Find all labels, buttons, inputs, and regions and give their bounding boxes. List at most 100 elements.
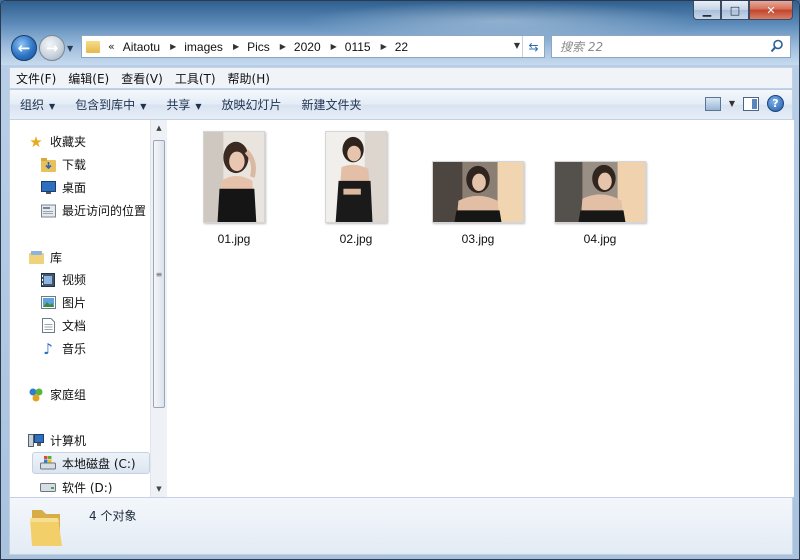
- nav-documents[interactable]: 文档: [40, 317, 86, 334]
- share-button[interactable]: 共享 ▼: [156, 96, 211, 113]
- breadcrumb-separator[interactable]: ▶: [233, 42, 239, 51]
- refresh-button[interactable]: ⇆: [522, 36, 544, 57]
- nav-label: 收藏夹: [50, 135, 87, 149]
- nav-downloads[interactable]: 下载: [40, 156, 86, 173]
- search-box[interactable]: 搜索 22: [551, 35, 791, 58]
- breadcrumb-item[interactable]: 0115: [345, 40, 371, 54]
- change-view-icon[interactable]: [704, 96, 721, 111]
- recent-places-icon: [40, 203, 56, 219]
- navigation-pane: ★ 收藏夹 下载 桌面 最近访问的位置 库 视频 图片 文档 ♪ 音乐 家庭组 …: [10, 120, 150, 497]
- new-folder-button[interactable]: 新建文件夹: [292, 96, 372, 113]
- nav-label: 文档: [62, 319, 87, 333]
- documents-icon: [40, 318, 56, 334]
- chevron-down-icon: ▼: [195, 102, 202, 111]
- folder-icon: [86, 40, 100, 53]
- view-options-dropdown[interactable]: ▼: [729, 99, 735, 108]
- nav-scrollbar[interactable]: ▲ ≡ ▼: [150, 120, 167, 497]
- recent-pages-dropdown[interactable]: ▼: [67, 44, 73, 53]
- menu-bar: 文件(F) 编辑(E) 查看(V) 工具(T) 帮助(H): [9, 67, 793, 89]
- breadcrumb-separator[interactable]: ▶: [170, 42, 176, 51]
- nav-videos[interactable]: 视频: [40, 271, 86, 288]
- help-icon[interactable]: ?: [767, 95, 784, 112]
- file-name: 02.jpg: [339, 232, 373, 246]
- menu-edit[interactable]: 编辑(E): [62, 70, 115, 87]
- breadcrumb-separator[interactable]: ▶: [381, 42, 387, 51]
- breadcrumb-overflow[interactable]: «: [108, 40, 115, 53]
- slideshow-button[interactable]: 放映幻灯片: [212, 96, 292, 113]
- preview-pane-icon[interactable]: [743, 96, 759, 111]
- arrow-left-icon: ←: [17, 39, 31, 57]
- nav-homegroup[interactable]: 家庭组: [28, 386, 86, 403]
- nav-label: 最近访问的位置: [62, 204, 147, 218]
- nav-desktop[interactable]: 桌面: [40, 179, 86, 196]
- include-library-label: 包含到库中: [75, 98, 136, 112]
- desktop-icon: [40, 180, 56, 196]
- nav-music[interactable]: ♪ 音乐: [40, 339, 87, 358]
- nav-libraries[interactable]: 库: [28, 249, 62, 266]
- menu-tools[interactable]: 工具(T): [169, 70, 222, 87]
- breadcrumb-item[interactable]: 22: [395, 40, 408, 54]
- scroll-down-button[interactable]: ▼: [151, 481, 167, 497]
- back-button[interactable]: ←: [11, 35, 37, 61]
- include-library-button[interactable]: 包含到库中 ▼: [65, 96, 156, 113]
- file-item[interactable]: 02.jpg: [301, 131, 411, 246]
- breadcrumb-separator[interactable]: ▶: [280, 42, 286, 51]
- forward-button[interactable]: →: [39, 35, 65, 61]
- image-thumbnail: [325, 131, 387, 223]
- address-dropdown[interactable]: ▼: [514, 41, 520, 50]
- breadcrumb-item[interactable]: images: [184, 40, 223, 54]
- content-area: ★ 收藏夹 下载 桌面 最近访问的位置 库 视频 图片 文档 ♪ 音乐 家庭组 …: [9, 120, 794, 497]
- nav-label: 下载: [62, 158, 87, 172]
- arrow-right-icon: →: [45, 39, 59, 57]
- details-pane: 4 个对象: [9, 497, 793, 555]
- search-input[interactable]: 搜索 22: [560, 38, 603, 55]
- video-icon: [40, 272, 56, 288]
- file-item[interactable]: 03.jpg: [423, 161, 533, 246]
- nav-software-drive[interactable]: 软件 (D:): [40, 479, 112, 496]
- caption-buttons: ▁ □ ✕: [693, 1, 793, 20]
- maximize-button[interactable]: □: [721, 1, 749, 20]
- command-bar: 组织 ▼ 包含到库中 ▼ 共享 ▼ 放映幻灯片 新建文件夹 ▼ ?: [9, 90, 793, 120]
- windows-drive-icon: [40, 455, 56, 471]
- image-thumbnail: [432, 161, 524, 223]
- nav-favorites[interactable]: ★ 收藏夹: [28, 132, 87, 151]
- nav-label: 图片: [62, 296, 87, 310]
- file-list: 01.jpg 02.jpg 03.jpg 04.jpg: [167, 120, 794, 497]
- nav-label: 桌面: [62, 181, 87, 195]
- file-item[interactable]: 04.jpg: [545, 161, 655, 246]
- nav-computer[interactable]: 计算机: [28, 432, 86, 449]
- nav-pictures[interactable]: 图片: [40, 294, 86, 311]
- address-bar[interactable]: « Aitaotu ▶ images ▶ Pics ▶ 2020 ▶ 0115 …: [81, 35, 545, 58]
- star-icon: ★: [29, 132, 43, 151]
- share-label: 共享: [166, 98, 191, 112]
- command-bar-right: ▼ ?: [704, 95, 784, 112]
- nav-label: 音乐: [62, 342, 87, 356]
- nav-label: 计算机: [50, 434, 87, 448]
- organize-label: 组织: [20, 98, 45, 112]
- menu-help[interactable]: 帮助(H): [222, 70, 276, 87]
- breadcrumb-item[interactable]: Pics: [247, 40, 270, 54]
- image-thumbnail: [203, 131, 265, 223]
- breadcrumb-item[interactable]: 2020: [294, 40, 321, 54]
- nav-recent-places[interactable]: 最近访问的位置: [40, 202, 146, 219]
- chevron-down-icon: ▼: [49, 102, 56, 111]
- file-name: 04.jpg: [583, 232, 617, 246]
- nav-label: 软件 (D:): [62, 481, 113, 495]
- close-button[interactable]: ✕: [749, 1, 793, 20]
- search-icon[interactable]: [770, 39, 784, 53]
- minimize-button[interactable]: ▁: [693, 1, 721, 20]
- nav-local-disk[interactable]: 本地磁盘 (C:): [32, 452, 150, 474]
- music-icon: ♪: [43, 339, 53, 358]
- scroll-thumb[interactable]: ≡: [153, 140, 165, 408]
- organize-button[interactable]: 组织 ▼: [10, 96, 65, 113]
- file-name: 03.jpg: [461, 232, 495, 246]
- nav-label: 家庭组: [50, 388, 87, 402]
- breadcrumb-item[interactable]: Aitaotu: [123, 40, 160, 54]
- menu-file[interactable]: 文件(F): [10, 70, 62, 87]
- folder-icon: [30, 510, 62, 546]
- scroll-up-button[interactable]: ▲: [151, 120, 167, 136]
- menu-view[interactable]: 查看(V): [115, 70, 169, 87]
- breadcrumb-separator[interactable]: ▶: [331, 42, 337, 51]
- file-item[interactable]: 01.jpg: [179, 131, 289, 246]
- refresh-icon: ⇆: [528, 39, 539, 54]
